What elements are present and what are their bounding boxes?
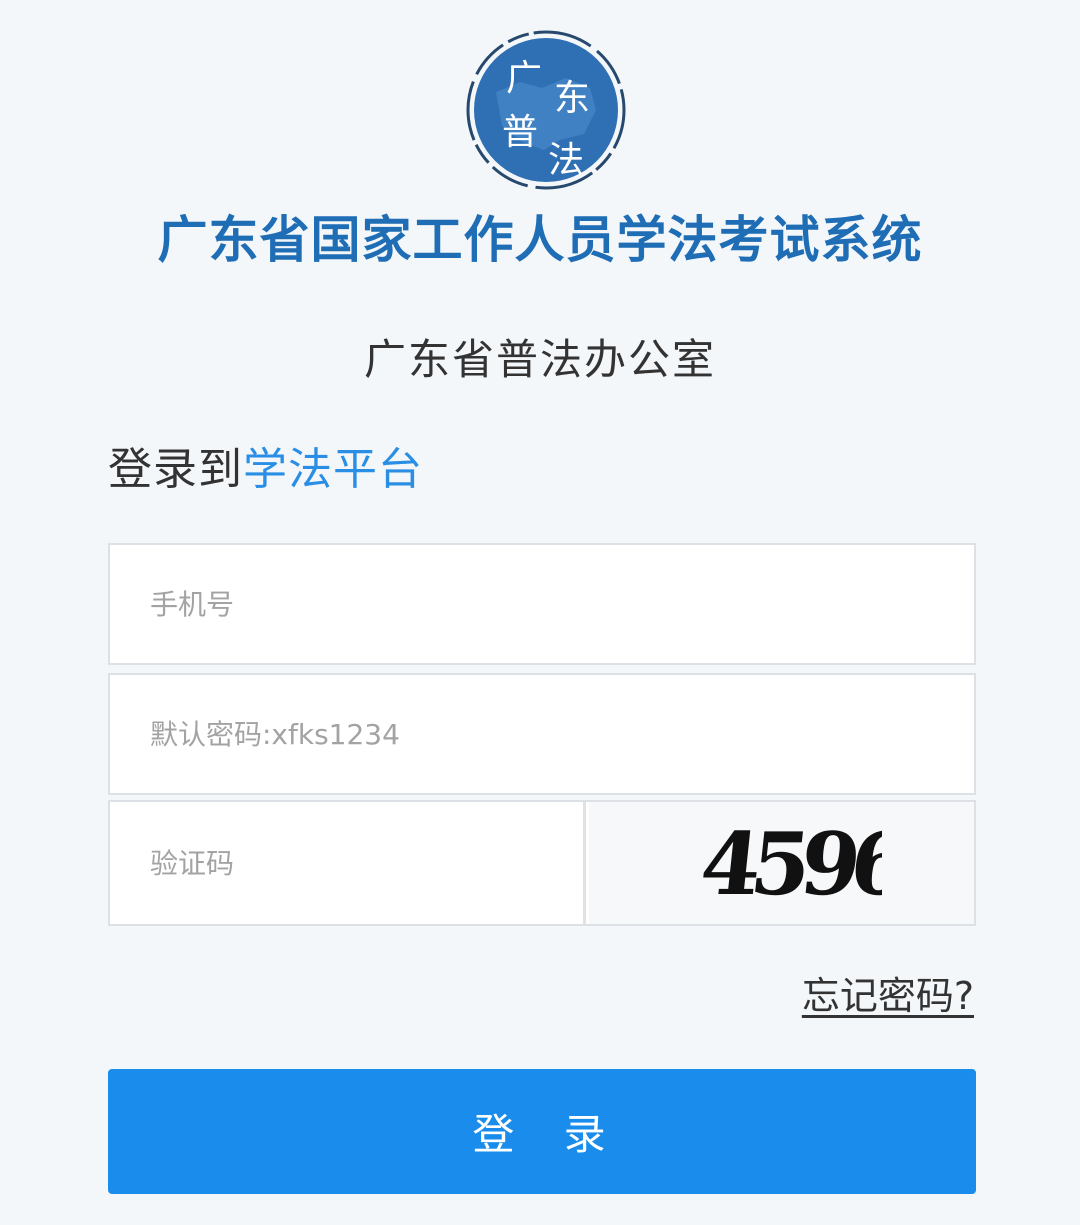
office-name: 广东省普法办公室 [363, 335, 716, 384]
logo-char-3: 普 [502, 112, 538, 153]
captcha-code-graphic: 4596 [695, 818, 881, 908]
captcha-field [110, 802, 586, 924]
logo-char-1: 广 [506, 58, 542, 99]
login-button[interactable]: 登 录 [108, 1069, 976, 1194]
login-heading: 登录到学法平台 [108, 442, 423, 498]
password-input[interactable] [110, 675, 974, 793]
password-field [108, 673, 976, 795]
login-heading-platform: 学法平台 [243, 444, 423, 495]
captcha-code: 4596 [695, 818, 881, 908]
logo-char-4: 法 [548, 140, 584, 181]
phone-field [108, 543, 976, 665]
captcha-image[interactable]: 4596 [589, 802, 974, 924]
login-heading-prefix: 登录到 [108, 444, 243, 495]
guangdong-pufa-logo-icon: 广 东 普 法 [466, 30, 626, 190]
captcha-input[interactable] [110, 802, 583, 924]
captcha-row: 4596 [108, 800, 976, 926]
logo-char-2: 东 [554, 78, 590, 119]
system-title: 广东省国家工作人员学法考试系统 [157, 211, 923, 269]
phone-input[interactable] [110, 545, 974, 663]
forgot-password-link[interactable]: 忘记密码? [802, 968, 974, 1024]
login-page: 广 东 普 法 广东省国家工作人员学法考试系统 广东省普法办公室 登录到学法平台… [0, 0, 1080, 1225]
